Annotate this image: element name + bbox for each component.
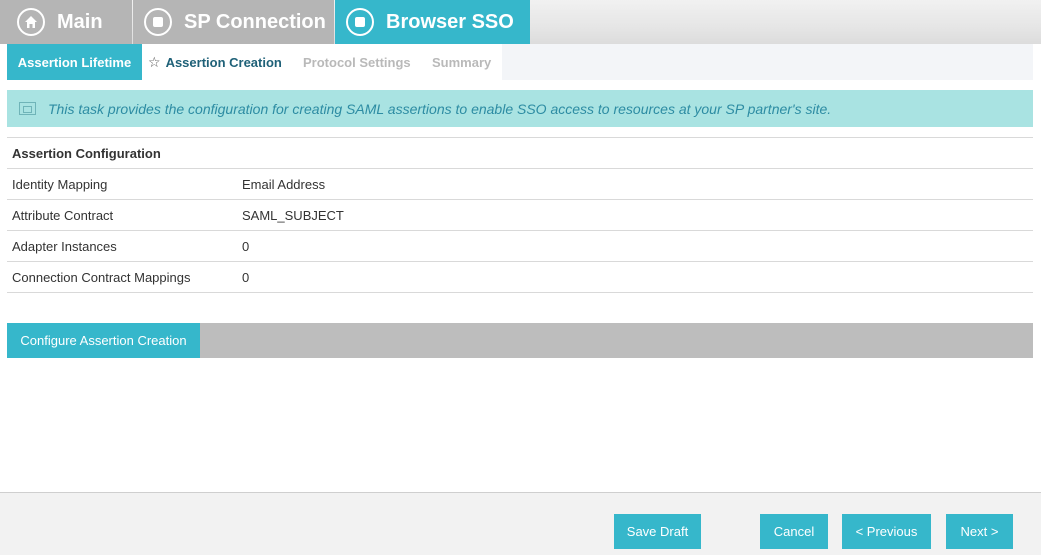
tab-label: Protocol Settings [303,54,411,70]
row-value: SAML_SUBJECT [242,207,344,223]
home-icon [17,8,45,36]
row-label: Connection Contract Mappings [12,269,191,285]
breadcrumb-sp-connection[interactable]: SP Connection [133,0,334,44]
row-label: Adapter Instances [12,238,117,254]
previous-button[interactable]: < Previous [842,514,931,549]
table-row: Attribute Contract SAML_SUBJECT [7,200,1033,231]
square-stop-icon [346,8,374,36]
breadcrumb-bar: Main SP Connection Browser SSO [0,0,1041,44]
assertion-configuration-table: Assertion Configuration Identity Mapping… [7,137,1033,293]
breadcrumb-browser-sso-label: Browser SSO [386,10,514,33]
star-icon: ☆ [148,53,161,70]
row-value: 0 [242,269,250,285]
info-banner: This task provides the configuration for… [7,90,1033,127]
breadcrumb-main-label: Main [57,10,103,33]
tab-label: Assertion Creation [165,54,282,70]
row-value: 0 [242,238,250,254]
tab-protocol-settings: Protocol Settings [292,44,422,80]
tab-label: Assertion Lifetime [17,54,132,70]
tab-label: Summary [432,54,492,70]
breadcrumb-main[interactable]: Main [0,0,132,44]
next-button[interactable]: Next > [946,514,1013,549]
tab-assertion-lifetime[interactable]: Assertion Lifetime [7,44,142,80]
square-stop-icon [144,8,172,36]
wizard-tabs: Assertion Lifetime ☆ Assertion Creation … [7,44,1033,80]
tab-summary: Summary [422,44,502,80]
row-label: Attribute Contract [12,207,114,223]
table-row: Identity Mapping Email Address [7,169,1033,200]
cancel-button[interactable]: Cancel [760,514,828,549]
save-draft-button[interactable]: Save Draft [614,514,701,549]
tab-assertion-creation[interactable]: ☆ Assertion Creation [142,44,292,80]
row-value: Email Address [242,176,326,192]
row-label: Identity Mapping [12,176,108,192]
info-banner-text: This task provides the configuration for… [48,100,832,117]
table-row: Adapter Instances 0 [7,231,1033,262]
section-title: Assertion Configuration [12,145,161,161]
table-header: Assertion Configuration [7,138,1033,169]
breadcrumb-sp-connection-label: SP Connection [184,10,326,33]
info-window-icon [19,102,36,115]
breadcrumb-browser-sso[interactable]: Browser SSO [335,0,530,44]
table-row: Connection Contract Mappings 0 [7,262,1033,293]
footer-bar: Save Draft Cancel < Previous Next > [0,492,1041,555]
configure-assertion-creation-button[interactable]: Configure Assertion Creation [7,323,200,358]
configure-bar: Configure Assertion Creation [7,323,1033,358]
